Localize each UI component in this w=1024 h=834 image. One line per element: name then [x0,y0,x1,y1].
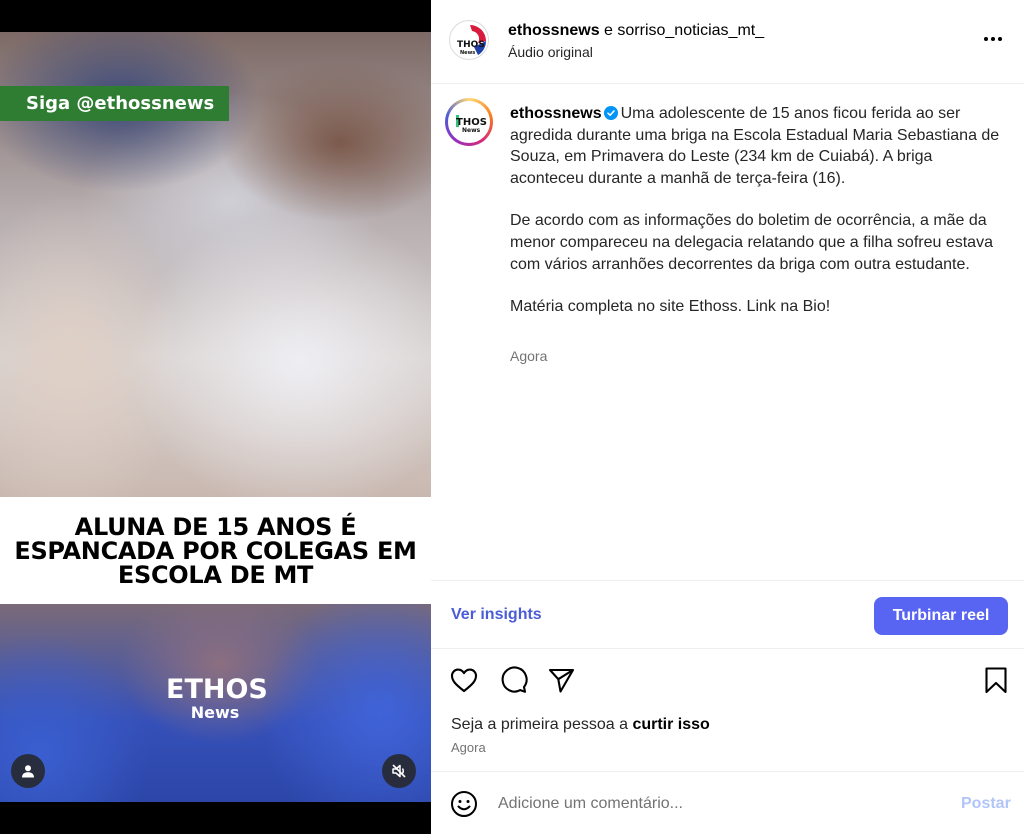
headline-text: ALUNA DE 15 ANOS É ESPANCADA POR COLEGAS… [14,512,417,589]
svg-text:News: News [460,50,475,56]
post-timestamp: Agora [451,740,486,755]
caption-paragraph-3: Matéria completa no site Ethoss. Link na… [510,298,831,316]
mute-button[interactable] [382,754,416,788]
svg-text:News: News [462,127,481,134]
bookmark-icon [985,667,1007,694]
comment-bar: Postar [431,771,1024,834]
verified-badge-icon [603,106,618,120]
post-header: THOS News ethossnews e sorriso_noticias_… [431,0,1024,84]
comment-input[interactable] [498,791,938,817]
save-button[interactable] [981,665,1011,695]
like-action-link[interactable]: curtir isso [632,716,709,733]
caption-paragraph-2: De acordo com as informações do boletim … [510,212,993,273]
authors-joiner: e [599,22,618,39]
logo-sub: News [190,703,240,722]
more-options-button[interactable] [981,27,1005,51]
ethos-avatar-icon: THOS News [456,115,487,134]
post-authors: ethossnews e sorriso_noticias_mt_ [508,21,764,41]
send-icon [548,668,575,693]
post-comment-button[interactable]: Postar [961,795,1011,813]
follow-tag: Siga @ethossnews [0,86,229,121]
share-button[interactable] [546,665,576,695]
likes-summary: Seja a primeira pessoa a curtir isso [451,716,710,734]
svg-text:THOS: THOS [457,40,485,50]
boost-reel-button[interactable]: Turbinar reel [874,597,1008,635]
post-caption: THOS News ethossnews Uma adolescente de 1… [431,84,1024,580]
insights-bar: Ver insights Turbinar reel [431,580,1024,649]
audio-link[interactable]: Áudio original [508,44,593,60]
comment-button[interactable] [498,665,528,695]
caption-username[interactable]: ethossnews [510,105,602,122]
caption-text: ethossnews Uma adolescente de 15 anos fic… [510,103,1000,318]
post-actions: Seja a primeira pessoa a curtir isso Ago… [431,649,1024,771]
ethos-avatar-icon: THOS News [457,25,487,56]
like-button[interactable] [449,665,479,695]
more-horizontal-icon [984,37,1002,41]
emoji-button[interactable] [450,790,478,818]
brand-logo: ETHOS News [166,674,268,722]
avatar[interactable]: THOS News [449,20,489,60]
view-insights-link[interactable]: Ver insights [451,606,542,624]
likes-prefix: Seja a primeira pessoa a [451,716,633,733]
post-panel: THOS News ethossnews e sorriso_noticias_… [431,0,1024,834]
author-link-2[interactable]: sorriso_noticias_mt_ [617,22,764,39]
author-link-1[interactable]: ethossnews [508,22,600,39]
user-icon [22,765,34,778]
comment-icon [501,666,528,693]
speaker-muted-icon [392,764,406,778]
headline-box: ALUNA DE 15 ANOS É ESPANCADA POR COLEGAS… [0,497,431,604]
reel-video[interactable]: Siga @ethossnews ALUNA DE 15 ANOS É ESPA… [0,0,431,834]
tagged-users-button[interactable] [11,754,45,788]
avatar[interactable]: THOS News [445,98,493,146]
caption-timestamp: Agora [510,348,548,364]
logo-mark: ETHOS [166,674,268,705]
emoji-icon [451,791,477,817]
heart-icon [450,668,478,693]
